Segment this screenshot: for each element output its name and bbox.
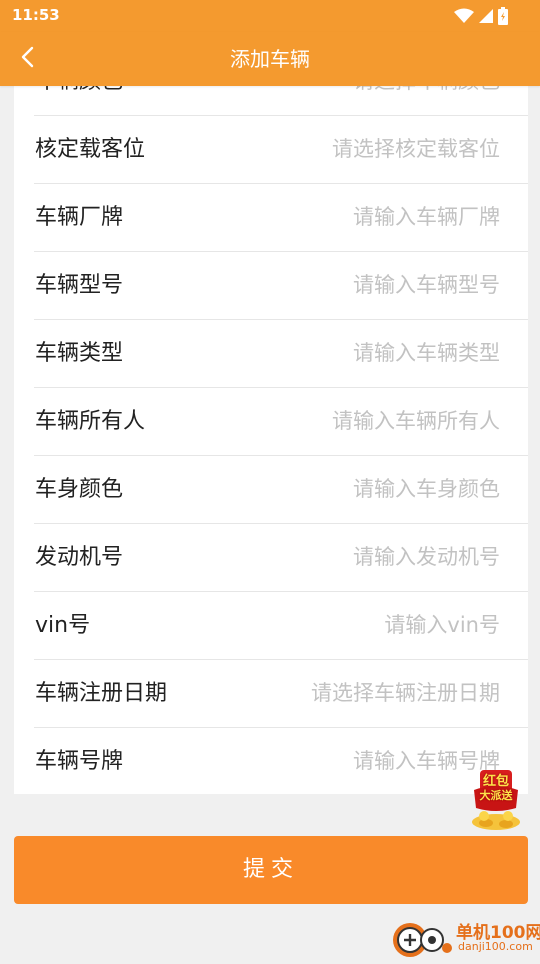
back-button[interactable] [8,39,48,79]
form-row-engine-number[interactable]: 发动机号 请输入发动机号 [34,524,528,592]
wifi-icon [454,8,474,24]
form-row-vehicle-type[interactable]: 车辆类型 请输入车辆类型 [34,320,528,388]
status-bar: 11:53 [0,0,540,32]
status-time: 11:53 [12,6,60,24]
chevron-left-icon [18,45,38,73]
row-placeholder: 请输入发动机号 [353,545,500,569]
form-list: 车辆颜色 请选择车辆颜色 核定载客位 请选择核定载客位 车辆厂牌 请输入车辆厂牌… [14,86,528,794]
form-row-body-color[interactable]: 车身颜色 请输入车身颜色 [34,456,528,524]
row-placeholder: 请输入车辆所有人 [332,409,500,433]
row-placeholder: 请输入vin号 [384,613,500,637]
form-row-registration-date[interactable]: 车辆注册日期 请选择车辆注册日期 [34,660,528,728]
row-label: 车辆厂牌 [35,205,124,230]
row-label: 核定载客位 [35,137,146,162]
row-label: 车辆类型 [35,341,124,366]
watermark: 单机100网 danji100.com [392,916,540,960]
row-label: vin号 [35,613,91,638]
vehicle-form: 车辆颜色 请选择车辆颜色 核定载客位 请选择核定载客位 车辆厂牌 请输入车辆厂牌… [14,86,528,794]
row-placeholder: 请输入车身颜色 [353,477,500,501]
row-placeholder: 请选择车辆注册日期 [311,681,500,705]
battery-icon [498,7,508,25]
watermark-logo-icon [392,920,454,964]
red-packet-subtitle: 大派送 [479,789,513,802]
row-label: 车辆号牌 [35,749,124,774]
form-row-vin[interactable]: vin号 请输入vin号 [34,592,528,660]
row-label: 车辆颜色 [35,86,123,115]
submit-button[interactable]: 提交 [14,836,528,904]
row-label: 车身颜色 [35,477,124,502]
row-label: 车辆型号 [35,273,124,298]
row-placeholder: 请输入车辆型号 [353,273,500,297]
row-placeholder: 请输入车辆厂牌 [353,205,500,229]
page-title: 添加车辆 [230,47,310,71]
watermark-url: danji100.com [458,940,533,953]
form-row-vehicle-owner[interactable]: 车辆所有人 请输入车辆所有人 [34,388,528,456]
form-row-vehicle-model[interactable]: 车辆型号 请输入车辆型号 [34,252,528,320]
row-placeholder: 请输入车辆类型 [353,341,500,365]
status-icons [454,6,508,26]
row-label: 车辆所有人 [35,409,146,434]
form-row-vehicle-brand[interactable]: 车辆厂牌 请输入车辆厂牌 [34,184,528,252]
cell-signal-icon [478,8,494,24]
form-row-license-plate[interactable]: 车辆号牌 请输入车辆号牌 [34,728,528,794]
form-row-seat-capacity[interactable]: 核定载客位 请选择核定载客位 [34,116,528,184]
app-bar: 添加车辆 [0,32,540,86]
row-label: 车辆注册日期 [35,681,168,706]
form-row-vehicle-color[interactable]: 车辆颜色 请选择车辆颜色 [34,86,528,116]
row-placeholder: 请选择车辆颜色 [353,86,500,115]
red-packet-badge[interactable]: 红包 大派送 [468,768,524,832]
row-label: 发动机号 [35,545,124,570]
row-placeholder: 请选择核定载客位 [332,137,500,161]
